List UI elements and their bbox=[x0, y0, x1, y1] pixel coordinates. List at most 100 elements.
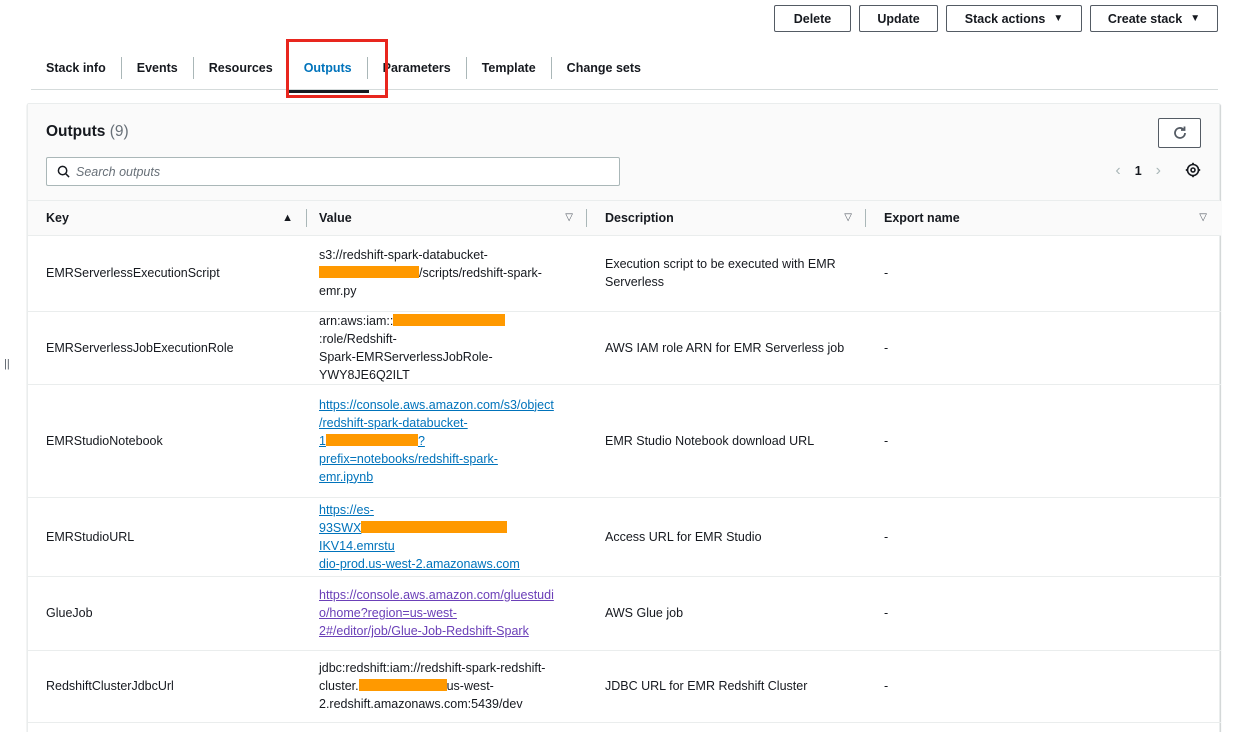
outputs-panel: Outputs (9) ‹ 1 › bbox=[27, 103, 1221, 732]
redaction-block bbox=[319, 266, 419, 278]
table-row: EMRStudioNotebook https://console.aws.am… bbox=[28, 384, 1221, 498]
row-value: https://es- 93SWX IKV14.emrstu dio-prod.u… bbox=[307, 497, 587, 577]
redaction-block bbox=[358, 679, 447, 691]
tab-change-sets[interactable]: Change sets bbox=[552, 57, 656, 79]
row-description: AWS Glue job bbox=[587, 576, 866, 651]
row-key: EMRServerlessJobExecutionRole bbox=[28, 311, 307, 385]
row-export-name: - bbox=[866, 235, 1221, 312]
value-text: Spark-EMRServerlessJobRole- bbox=[319, 349, 493, 364]
link-text: https://es- bbox=[319, 502, 374, 517]
tab-resources[interactable]: Resources bbox=[194, 57, 289, 79]
current-page[interactable]: 1 bbox=[1135, 164, 1142, 178]
pagination: ‹ 1 › bbox=[1115, 162, 1161, 180]
row-key: EMRStudioURL bbox=[28, 497, 307, 577]
stack-actions-bar: Delete Update Stack actions ▼ Create stac… bbox=[774, 5, 1218, 32]
create-stack-dropdown[interactable]: Create stack ▼ bbox=[1090, 5, 1218, 32]
link-text: https://console.aws.amazon.com/s3/object bbox=[319, 397, 554, 412]
outputs-count: (9) bbox=[109, 123, 129, 140]
sort-icon: ▽ bbox=[844, 212, 852, 223]
gear-icon bbox=[1185, 162, 1201, 178]
notebook-url-link[interactable]: https://console.aws.amazon.com/s3/object… bbox=[319, 398, 554, 484]
column-header-description[interactable]: Description ▽ bbox=[587, 201, 866, 236]
row-export-name: - bbox=[866, 650, 1221, 723]
row-value: s3://redshift-spark-databucket- /scripts… bbox=[307, 235, 587, 312]
row-key: RedshiftClusterJdbcUrl bbox=[28, 650, 307, 723]
tab-events[interactable]: Events bbox=[122, 57, 194, 79]
panel-title: Outputs (9) bbox=[46, 123, 129, 141]
table-row: GlueJob https://console.aws.amazon.com/g… bbox=[28, 576, 1221, 651]
link-text: 93SWX bbox=[319, 520, 362, 535]
value-text: cluster. bbox=[319, 679, 359, 693]
glue-job-link[interactable]: https://console.aws.amazon.com/gluestudi… bbox=[319, 588, 554, 638]
row-description bbox=[587, 722, 866, 732]
panel-title-text: Outputs bbox=[46, 123, 106, 140]
table-row: EMRServerlessExecutionScript s3://redshi… bbox=[28, 235, 1221, 312]
row-key bbox=[28, 722, 307, 732]
row-value bbox=[307, 722, 587, 732]
value-text: 2.redshift.amazonaws.com:5439/dev bbox=[319, 697, 523, 711]
delete-button[interactable]: Delete bbox=[774, 5, 851, 32]
outputs-tab-highlight-box bbox=[286, 39, 388, 98]
row-description: AWS IAM role ARN for EMR Serverless job bbox=[587, 311, 866, 385]
value-text: jdbc:redshift:iam://redshift-spark-redsh… bbox=[319, 661, 546, 675]
preferences-button[interactable] bbox=[1185, 162, 1201, 181]
link-text: 2#/editor/job/Glue-Job-Redshift-Spark bbox=[319, 624, 529, 638]
caret-down-icon: ▼ bbox=[1190, 13, 1201, 24]
value-text: YWY8JE6Q2ILT bbox=[319, 367, 410, 382]
column-header-value-label: Value bbox=[319, 210, 352, 225]
row-key: GlueJob bbox=[28, 576, 307, 651]
stack-actions-label: Stack actions bbox=[964, 11, 1046, 26]
next-page-icon[interactable]: › bbox=[1156, 162, 1161, 180]
row-export-name: - bbox=[866, 311, 1221, 385]
value-text: emr.py bbox=[319, 284, 357, 298]
redaction-block bbox=[393, 313, 506, 326]
table-row: RedshiftClusterJdbcUrl jdbc:redshift:iam… bbox=[28, 650, 1221, 723]
emr-studio-url-link[interactable]: https://es- 93SWX IKV14.emrstu dio-prod.u… bbox=[319, 503, 520, 571]
link-text: /redshift-spark-databucket- bbox=[319, 415, 468, 430]
redaction-block bbox=[325, 433, 418, 446]
previous-page-icon[interactable]: ‹ bbox=[1115, 162, 1120, 180]
refresh-button[interactable] bbox=[1158, 118, 1201, 148]
link-text: prefix=notebooks/redshift-spark- bbox=[319, 451, 498, 466]
link-text: emr.ipynb bbox=[319, 469, 374, 484]
column-header-description-label: Description bbox=[605, 210, 674, 225]
row-value: arn:aws:iam:::role/Redshift- Spark-EMRSe… bbox=[307, 311, 587, 385]
link-text: 1 bbox=[319, 433, 326, 448]
sort-icon: ▽ bbox=[565, 212, 573, 223]
delete-button-label: Delete bbox=[793, 11, 832, 26]
sort-icon: ▽ bbox=[1199, 212, 1207, 223]
row-export-name: - bbox=[866, 576, 1221, 651]
outputs-table: Key ▲ Value ▽ Description ▽ Export name ▽ EM… bbox=[28, 201, 1221, 732]
table-header-row: Key ▲ Value ▽ Description ▽ Export name ▽ bbox=[28, 201, 1221, 236]
row-export-name bbox=[866, 722, 1221, 732]
link-text: dio-prod.us-west-2.amazonaws.com bbox=[319, 556, 520, 571]
stack-actions-dropdown[interactable]: Stack actions ▼ bbox=[946, 5, 1082, 32]
create-stack-label: Create stack bbox=[1107, 11, 1183, 26]
column-header-key[interactable]: Key ▲ bbox=[28, 201, 307, 236]
link-text: https://console.aws.amazon.com/gluestudi bbox=[319, 588, 554, 602]
value-text: /scripts/redshift-spark- bbox=[419, 266, 542, 280]
search-icon bbox=[57, 165, 70, 178]
panel-resize-handle-icon[interactable]: || bbox=[4, 358, 10, 370]
column-header-export-name[interactable]: Export name ▽ bbox=[866, 201, 1221, 236]
row-export-name: - bbox=[866, 497, 1221, 577]
value-text: :role/Redshift- bbox=[319, 331, 397, 346]
row-description: Execution script to be executed with EMR… bbox=[587, 235, 866, 312]
column-header-key-label: Key bbox=[46, 210, 69, 225]
caret-down-icon: ▼ bbox=[1053, 13, 1064, 24]
tab-template[interactable]: Template bbox=[467, 57, 552, 79]
column-header-export-name-label: Export name bbox=[884, 210, 960, 225]
search-input[interactable] bbox=[76, 164, 596, 179]
row-description: Access URL for EMR Studio bbox=[587, 497, 866, 577]
stack-tabs: Stack info Events Resources Outputs Para… bbox=[31, 47, 1218, 93]
row-value: https://console.aws.amazon.com/s3/object… bbox=[307, 384, 587, 498]
value-text: us-west- bbox=[446, 679, 494, 693]
column-header-value[interactable]: Value ▽ bbox=[307, 201, 587, 236]
table-row bbox=[28, 722, 1221, 732]
row-key: EMRServerlessExecutionScript bbox=[28, 235, 307, 312]
search-box bbox=[46, 157, 620, 186]
row-description: EMR Studio Notebook download URL bbox=[587, 384, 866, 498]
update-button[interactable]: Update bbox=[859, 5, 938, 32]
row-export-name: - bbox=[866, 384, 1221, 498]
tab-stack-info[interactable]: Stack info bbox=[31, 57, 122, 79]
